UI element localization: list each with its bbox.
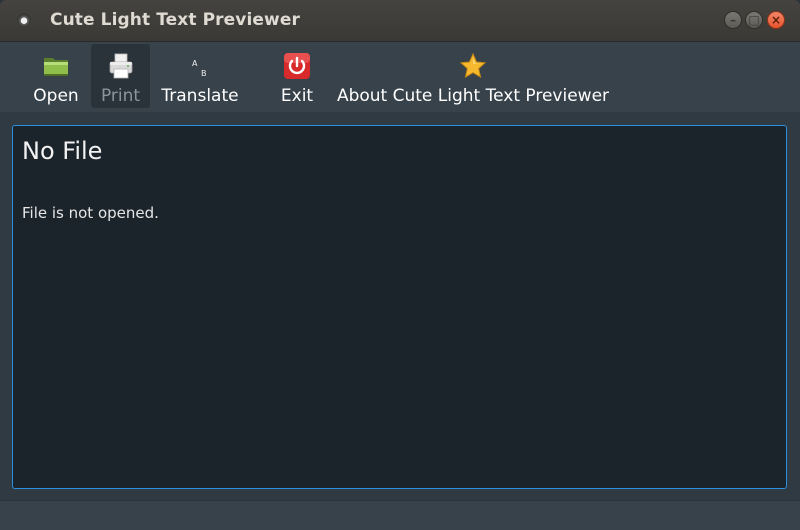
app-window: Cute Light Text Previewer – □ × Open Pri… [0,0,800,530]
minimize-icon: – [730,13,736,27]
translate-glyph-b: B [201,69,207,78]
translate-icon: A B [192,59,207,78]
open-button[interactable]: Open [26,44,86,108]
content-area: No File File is not opened. [0,112,800,500]
minimize-button[interactable]: – [724,11,742,29]
exit-button[interactable]: Exit [272,44,322,108]
window-title: Cute Light Text Previewer [50,10,300,30]
about-button[interactable]: About Cute Light Text Previewer [330,44,616,108]
about-label: About Cute Light Text Previewer [336,86,610,106]
print-button[interactable]: Print [91,44,150,108]
printer-icon [109,53,132,79]
maximize-button[interactable]: □ [745,11,763,29]
star-icon [459,52,487,79]
app-icon [17,13,31,27]
close-button[interactable]: × [767,11,785,29]
translate-glyph-a: A [192,59,198,68]
translate-button[interactable]: A B Translate [156,44,244,108]
toolbar: Open Print A B Translate Exit About Cute… [0,42,800,112]
document-body: File is not opened. [22,204,159,222]
open-label: Open [33,86,79,106]
title-bar[interactable]: Cute Light Text Previewer – □ × [0,0,800,42]
close-icon: × [770,13,782,27]
folder-icon [44,58,68,76]
document-title: No File [22,137,103,165]
print-label: Print [100,86,141,106]
status-bar [0,500,800,530]
document-view[interactable]: No File File is not opened. [12,125,787,489]
translate-label: Translate [161,86,239,106]
power-icon [284,53,310,79]
exit-label: Exit [280,86,314,106]
maximize-icon: □ [748,13,760,27]
